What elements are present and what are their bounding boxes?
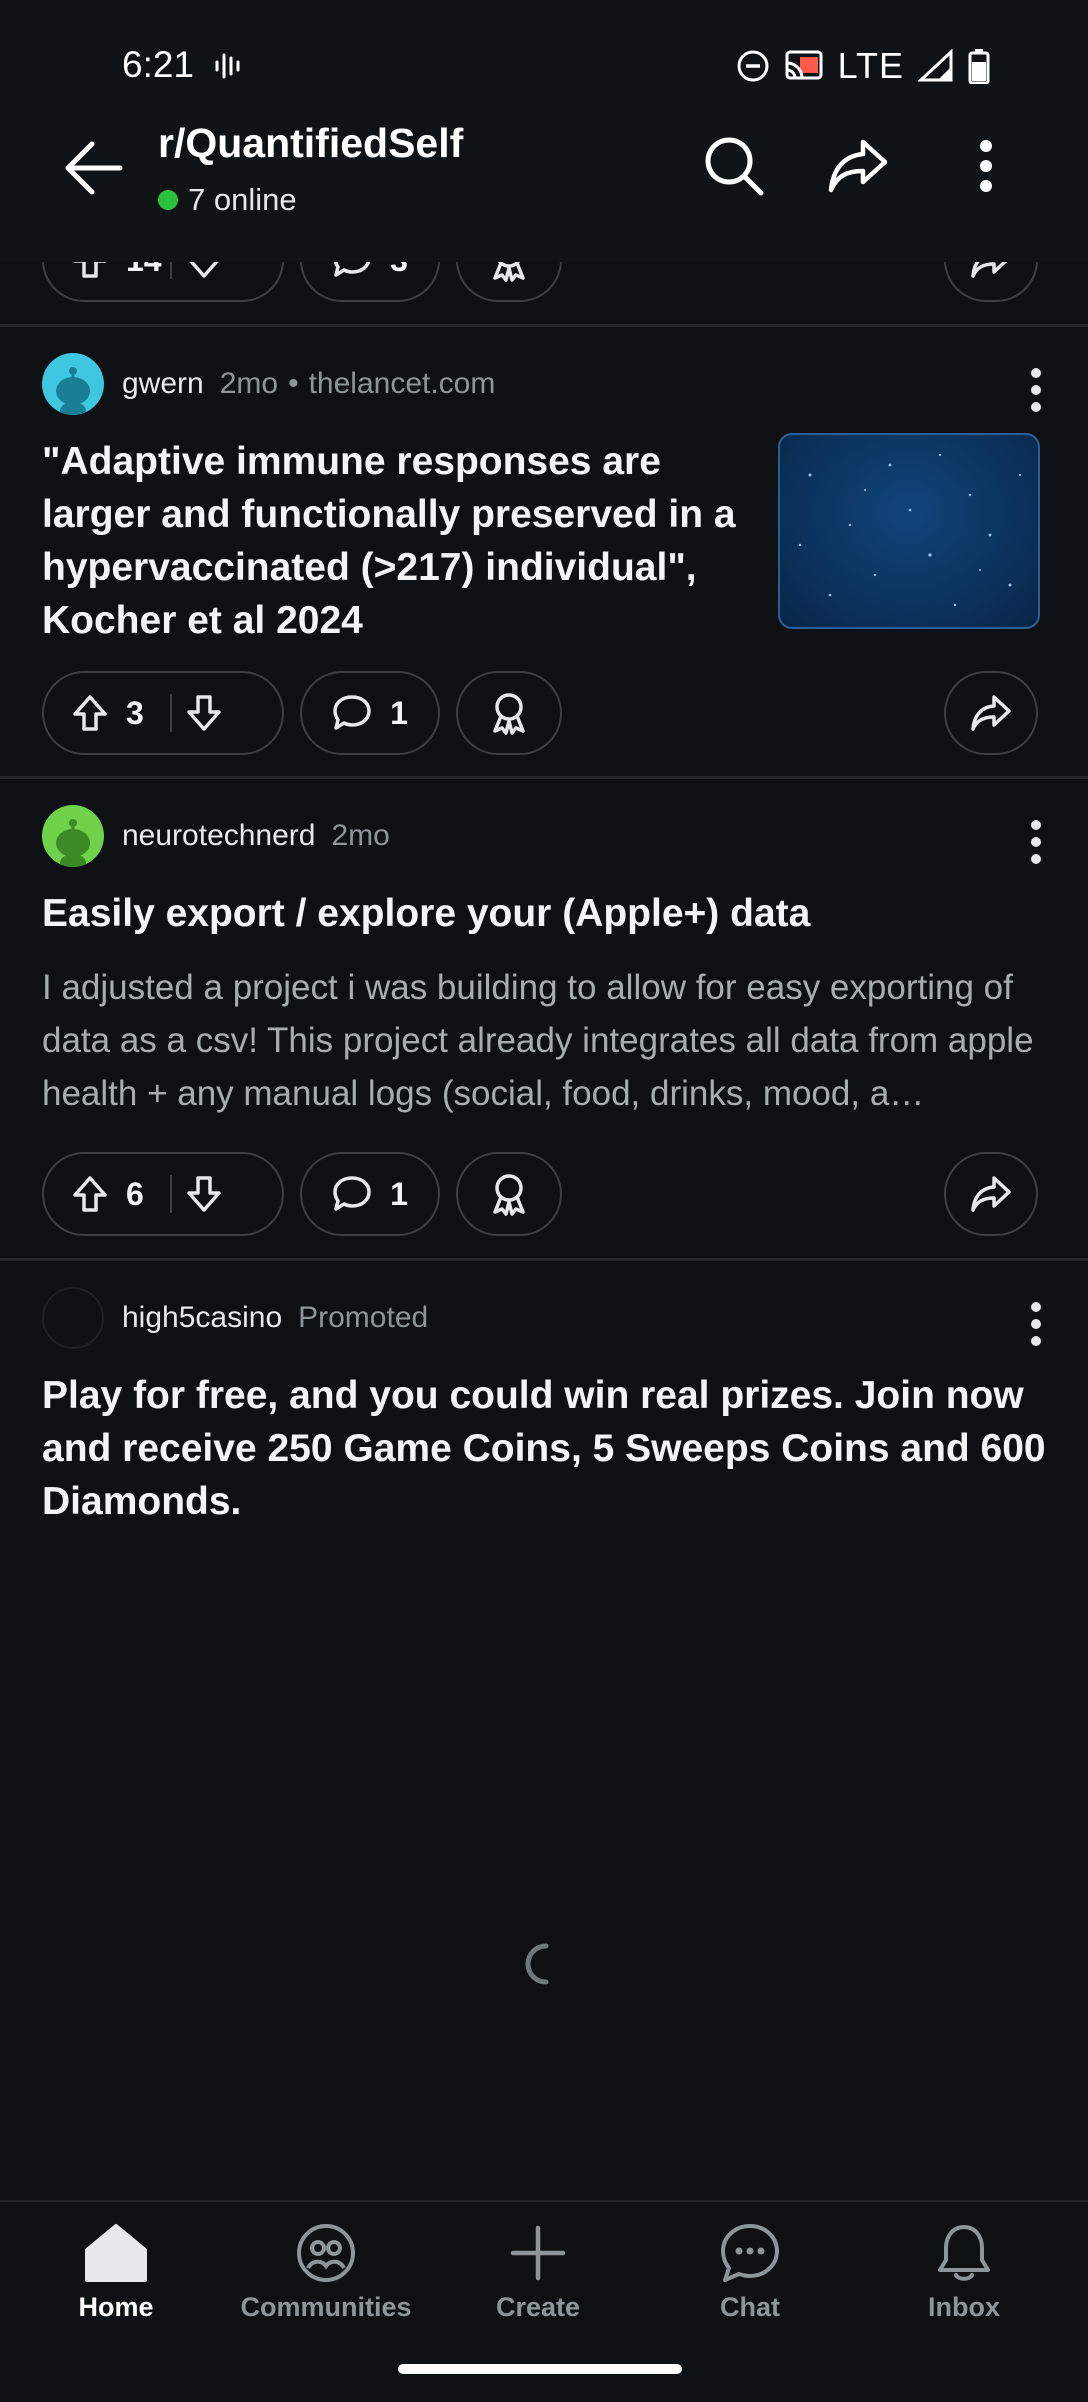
upvote-icon[interactable] (72, 1175, 108, 1213)
nav-chat[interactable]: Chat (650, 2222, 850, 2323)
vote-divider (170, 694, 172, 732)
downvote-icon[interactable] (186, 1175, 222, 1213)
upvote-icon[interactable] (72, 694, 108, 732)
post-age: 2mo (331, 819, 390, 852)
avatar[interactable] (42, 1287, 104, 1349)
post-meta: neurotechnerd 2mo (122, 819, 390, 853)
nav-communities-label: Communities (240, 2292, 412, 2322)
meta-separator: • (288, 367, 299, 400)
network-type: LTE (837, 45, 904, 86)
post-more-button[interactable] (1014, 360, 1058, 420)
promoted-tag: Promoted (298, 1301, 429, 1334)
post-title[interactable]: "Adaptive immune responses are larger an… (42, 435, 762, 647)
comment-count: 1 (390, 694, 408, 731)
award-icon (493, 1174, 525, 1216)
vote-control[interactable]: 6 (42, 1152, 284, 1236)
gesture-home-indicator[interactable] (398, 2364, 682, 2374)
snoo-avatar-icon (56, 367, 90, 415)
dnd-icon (737, 50, 769, 82)
more-vertical-icon (980, 140, 992, 192)
award-button[interactable] (456, 671, 562, 755)
post-card[interactable]: gwern 2mo • thelancet.com "Adaptive immu… (0, 327, 1088, 777)
vote-divider (170, 1175, 172, 1213)
more-vertical-icon (1031, 1302, 1041, 1346)
post-domain[interactable]: thelancet.com (309, 367, 496, 401)
post-meta: high5casino Promoted (122, 1301, 428, 1335)
status-time: 6:21 (122, 44, 195, 85)
nav-create[interactable]: Create (438, 2222, 638, 2323)
post-more-button[interactable] (1014, 812, 1058, 872)
signal-icon (918, 49, 953, 82)
post-meta: gwern 2mo • thelancet.com (122, 367, 495, 401)
more-vertical-icon (1031, 368, 1041, 412)
comment-button[interactable]: 1 (300, 1152, 440, 1236)
avatar[interactable] (42, 805, 104, 867)
comment-count: 1 (390, 1175, 408, 1212)
more-vertical-icon (1031, 820, 1041, 864)
post-author[interactable]: gwern (122, 367, 204, 401)
post-body-preview[interactable]: I adjusted a project i was building to a… (42, 961, 1042, 1120)
battery-icon (968, 49, 990, 84)
nav-home[interactable]: Home (16, 2222, 216, 2323)
post-share-button[interactable] (944, 1152, 1038, 1236)
post-share-button[interactable] (944, 671, 1038, 755)
post-thumbnail[interactable] (778, 433, 1040, 629)
promoted-post-card[interactable]: high5casino Promoted Play for free, and … (0, 1261, 1088, 1561)
share-button[interactable] (822, 130, 894, 202)
vote-count: 3 (126, 694, 144, 731)
post-author[interactable]: high5casino (122, 1301, 282, 1335)
arrow-left-icon (65, 141, 123, 195)
nav-inbox[interactable]: Inbox (864, 2222, 1064, 2323)
comment-button[interactable]: 1 (300, 671, 440, 755)
post-title[interactable]: Play for free, and you could win real pr… (42, 1369, 1052, 1528)
nav-create-label: Create (495, 2292, 581, 2322)
post-author[interactable]: neurotechnerd (122, 819, 315, 853)
vote-count: 6 (126, 1175, 144, 1212)
share-icon (971, 1176, 1011, 1212)
search-button[interactable] (698, 130, 770, 202)
back-button[interactable] (58, 132, 130, 204)
downvote-icon[interactable] (186, 694, 222, 732)
post-age: 2mo (219, 367, 279, 400)
home-icon (85, 2224, 147, 2282)
bell-icon (938, 2225, 990, 2281)
starfield-image (798, 453, 1022, 607)
avatar[interactable] (42, 353, 104, 415)
vibrate-icon (215, 53, 240, 79)
award-button[interactable] (456, 1152, 562, 1236)
chat-icon (721, 2224, 779, 2282)
post-title[interactable]: Easily export / explore your (Apple+) da… (42, 887, 1042, 940)
loading-spinner-icon (525, 1943, 549, 1985)
online-count: 7 online (158, 182, 297, 218)
comment-icon (333, 1176, 371, 1211)
nav-inbox-label: Inbox (928, 2292, 1000, 2322)
cast-icon (785, 50, 823, 80)
plus-icon (510, 2225, 566, 2281)
nav-chat-label: Chat (720, 2292, 780, 2322)
communities-icon (297, 2224, 355, 2282)
online-indicator (158, 190, 178, 210)
share-icon (828, 139, 888, 193)
comment-icon (333, 695, 371, 730)
online-label: 7 online (188, 182, 297, 217)
search-icon (705, 137, 764, 196)
nav-home-label: Home (78, 2292, 154, 2322)
status-bar: 6:21 LTE (0, 0, 1088, 130)
more-options-button[interactable] (950, 130, 1022, 202)
post-more-button[interactable] (1014, 1294, 1058, 1354)
award-icon (493, 693, 525, 735)
share-icon (971, 695, 1011, 731)
vote-control[interactable]: 3 (42, 671, 284, 755)
nav-communities[interactable]: Communities (226, 2222, 426, 2323)
post-card[interactable]: neurotechnerd 2mo Easily export / explor… (0, 779, 1088, 1259)
snoo-avatar-icon (56, 819, 90, 867)
